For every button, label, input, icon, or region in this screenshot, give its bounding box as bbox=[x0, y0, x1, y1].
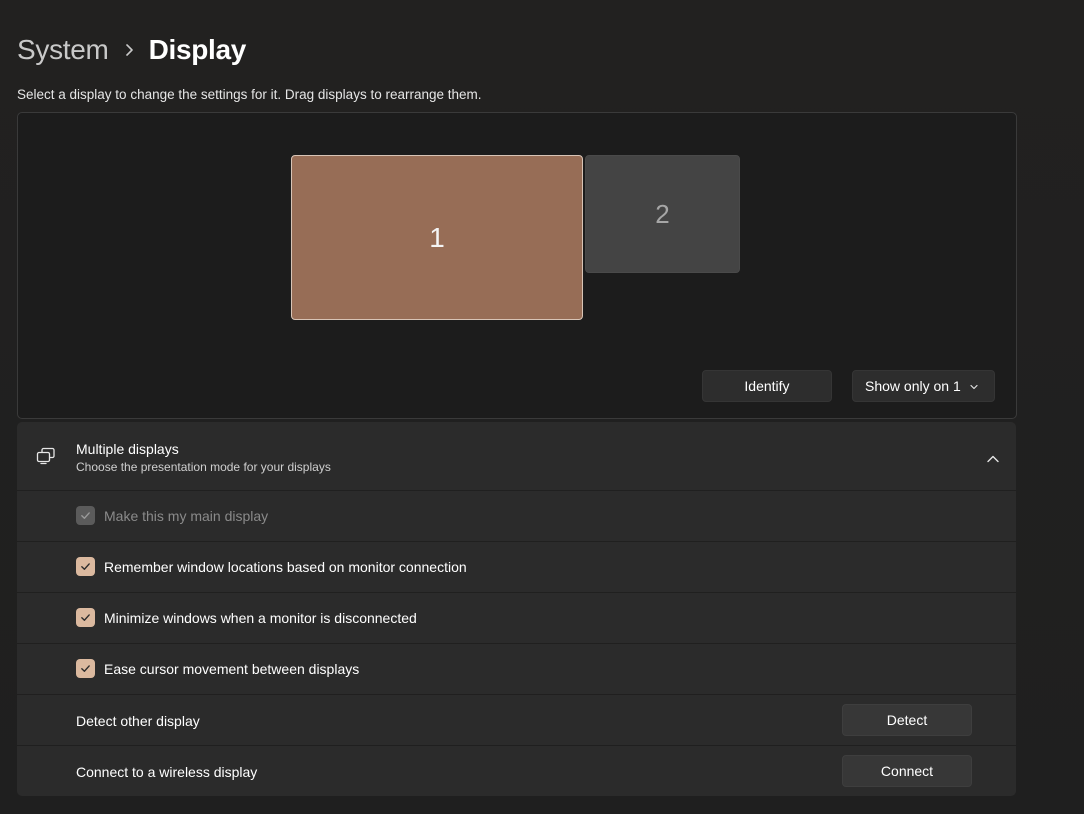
minimize-windows-label[interactable]: Minimize windows when a monitor is disco… bbox=[104, 610, 417, 626]
monitor-2-label: 2 bbox=[655, 198, 670, 229]
display-mode-value: Show only on 1 bbox=[865, 378, 961, 394]
ease-cursor-checkbox[interactable] bbox=[76, 659, 95, 678]
monitor-1-label: 1 bbox=[429, 221, 445, 253]
display-mode-dropdown[interactable]: Show only on 1 bbox=[852, 370, 995, 402]
minimize-windows-checkbox[interactable] bbox=[76, 608, 95, 627]
detect-display-row: Detect other display Detect bbox=[17, 695, 1016, 745]
option-row-ease-cursor: Ease cursor movement between displays bbox=[17, 644, 1016, 694]
remember-locations-checkbox[interactable] bbox=[76, 557, 95, 576]
monitor-1[interactable]: 1 bbox=[291, 155, 583, 320]
page-title: Display bbox=[148, 34, 247, 65]
arrange-instruction: Select a display to change the settings … bbox=[17, 87, 482, 102]
wireless-display-row: Connect to a wireless display Connect bbox=[17, 746, 1016, 796]
breadcrumb-system-link[interactable]: System bbox=[17, 34, 109, 66]
main-display-checkbox-row: Make this my main display bbox=[76, 506, 268, 525]
detect-display-label: Detect other display bbox=[76, 713, 200, 729]
multiple-displays-icon bbox=[36, 447, 56, 465]
chevron-down-icon bbox=[968, 380, 980, 392]
display-arrangement-panel: 1 2 Identify Show only on 1 bbox=[17, 112, 1017, 419]
breadcrumb: System Display bbox=[17, 30, 246, 70]
wireless-display-label: Connect to a wireless display bbox=[76, 764, 258, 780]
multiple-displays-header[interactable]: Multiple displays Choose the presentatio… bbox=[17, 422, 1016, 490]
monitor-2[interactable]: 2 bbox=[585, 155, 740, 273]
option-row-minimize-windows: Minimize windows when a monitor is disco… bbox=[17, 593, 1016, 643]
multiple-displays-section: Multiple displays Choose the presentatio… bbox=[17, 422, 1016, 796]
option-row-remember-locations: Remember window locations based on monit… bbox=[17, 542, 1016, 592]
chevron-right-icon bbox=[125, 43, 135, 57]
ease-cursor-label[interactable]: Ease cursor movement between displays bbox=[104, 661, 359, 677]
remember-locations-label[interactable]: Remember window locations based on monit… bbox=[104, 559, 467, 575]
remember-locations-checkbox-row[interactable]: Remember window locations based on monit… bbox=[76, 557, 467, 576]
option-row-main-display: Make this my main display bbox=[17, 491, 1016, 541]
multiple-displays-subtitle: Choose the presentation mode for your di… bbox=[76, 460, 331, 474]
identify-button[interactable]: Identify bbox=[702, 370, 832, 402]
minimize-windows-checkbox-row[interactable]: Minimize windows when a monitor is disco… bbox=[76, 608, 417, 627]
detect-button[interactable]: Detect bbox=[842, 704, 972, 736]
chevron-up-icon[interactable] bbox=[986, 451, 1000, 463]
main-display-checkbox bbox=[76, 506, 95, 525]
connect-button[interactable]: Connect bbox=[842, 755, 972, 787]
multiple-displays-title: Multiple displays bbox=[76, 441, 179, 457]
ease-cursor-checkbox-row[interactable]: Ease cursor movement between displays bbox=[76, 659, 359, 678]
main-display-label: Make this my main display bbox=[104, 507, 269, 524]
